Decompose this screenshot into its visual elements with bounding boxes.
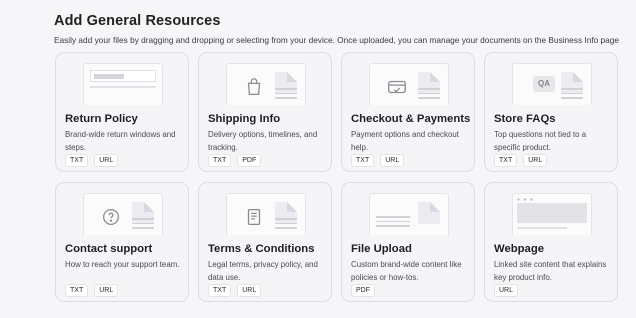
card-description: Brand-wide return windows and steps. <box>65 130 176 152</box>
card-description: Payment options and checkout help. <box>351 130 459 152</box>
tag-badge: PDF <box>351 284 375 297</box>
card-tags: TXT URL <box>65 284 119 297</box>
resource-card-store-faqs[interactable]: QA Store FAQs Top questions not tied to … <box>484 52 618 172</box>
card-title: File Upload <box>351 243 412 255</box>
tag-badge: URL <box>237 284 262 297</box>
thumbnail: QA <box>512 63 592 105</box>
card-description: Delivery options, timelines, and trackin… <box>208 130 318 152</box>
terms-document-icon <box>243 206 265 228</box>
resource-grid: Return Policy Brand-wide return windows … <box>55 52 618 302</box>
tag-badge: TXT <box>65 154 89 167</box>
page-subtitle: Easily add your files by dragging and dr… <box>54 35 619 45</box>
resource-card-terms-conditions[interactable]: Terms & Conditions Legal terms, privacy … <box>198 182 332 302</box>
thumbnail <box>226 193 306 235</box>
resource-card-file-upload[interactable]: File Upload Custom brand-wide content li… <box>341 182 475 302</box>
card-title: Store FAQs <box>494 113 556 125</box>
card-tags: URL <box>494 284 519 297</box>
qa-icon: QA <box>533 76 555 92</box>
card-tags: TXT URL <box>208 284 262 297</box>
card-title: Return Policy <box>65 113 138 125</box>
card-tags: TXT PDF <box>208 154 262 167</box>
card-title: Checkout & Payments <box>351 113 471 125</box>
tag-badge: URL <box>523 154 548 167</box>
tag-badge: TXT <box>208 284 232 297</box>
tag-badge: TXT <box>351 154 375 167</box>
file-lines-icon <box>369 193 449 235</box>
shopping-bag-icon <box>243 76 265 98</box>
card-title: Contact support <box>65 243 153 255</box>
card-title: Webpage <box>494 243 545 255</box>
card-description: Custom brand-wide content like policies … <box>351 260 462 282</box>
tag-badge: URL <box>380 154 405 167</box>
card-tags: TXT URL <box>65 154 119 167</box>
tag-badge: URL <box>94 284 119 297</box>
webpage-icon: ● ● ● <box>512 193 592 235</box>
card-description: Legal terms, privacy policy, and data us… <box>208 260 318 282</box>
thumbnail <box>83 193 163 235</box>
resource-card-webpage[interactable]: ● ● ● Webpage Linked site content that e… <box>484 182 618 302</box>
help-circle-icon <box>100 206 122 228</box>
resource-card-contact-support[interactable]: Contact support How to reach your suppor… <box>55 182 189 302</box>
card-title: Terms & Conditions <box>208 243 315 255</box>
page-title: Add General Resources <box>54 13 221 29</box>
card-description: Linked site content that explains key pr… <box>494 260 607 282</box>
tag-badge: PDF <box>237 154 262 167</box>
tag-badge: TXT <box>494 154 518 167</box>
credit-card-icon <box>386 76 408 98</box>
card-tags: TXT URL <box>494 154 548 167</box>
resource-card-return-policy[interactable]: Return Policy Brand-wide return windows … <box>55 52 189 172</box>
tag-badge: TXT <box>65 284 89 297</box>
resource-card-shipping-info[interactable]: Shipping Info Delivery options, timeline… <box>198 52 332 172</box>
card-title: Shipping Info <box>208 113 281 125</box>
card-description: How to reach your support team. <box>65 260 180 269</box>
card-description: Top questions not tied to a specific pro… <box>494 130 587 152</box>
document-preview-icon <box>83 63 163 105</box>
card-tags: PDF <box>351 284 375 297</box>
tag-badge: URL <box>494 284 519 297</box>
resource-card-checkout-payments[interactable]: Checkout & Payments Payment options and … <box>341 52 475 172</box>
card-tags: TXT URL <box>351 154 405 167</box>
tag-badge: TXT <box>208 154 232 167</box>
thumbnail <box>226 63 306 105</box>
header: Add General Resources Easily add your fi… <box>54 13 624 45</box>
tag-badge: URL <box>94 154 119 167</box>
thumbnail <box>369 63 449 105</box>
